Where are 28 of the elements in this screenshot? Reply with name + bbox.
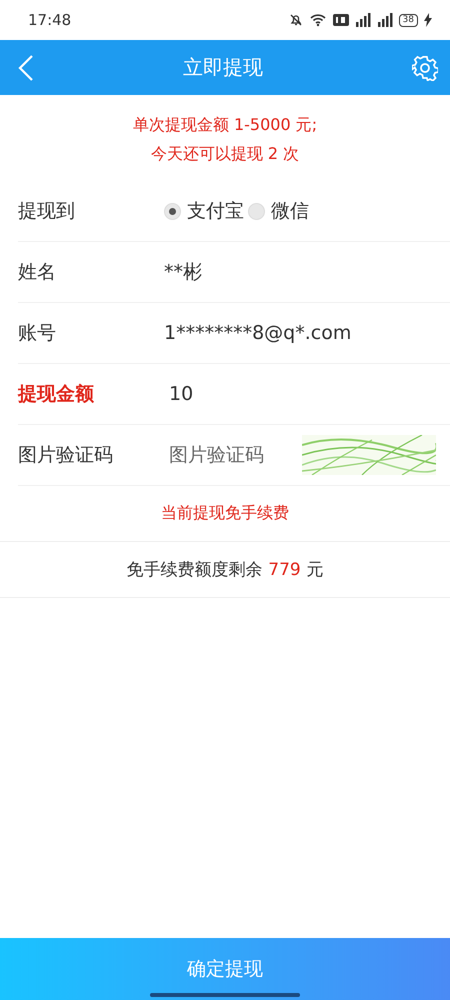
mute-icon [288,13,303,27]
settings-icon[interactable] [412,54,438,80]
field-value: **彬 [164,260,202,285]
field-label: 姓名 [18,260,57,285]
field-label: 图片验证码 [18,443,114,468]
field-label: 提现到 [18,199,76,224]
charging-icon [424,13,432,27]
radio-option[interactable]: 支付宝 [164,198,244,224]
status-time: 17:48 [28,11,72,29]
radio-option[interactable]: 微信 [248,198,309,224]
field-label: 账号 [18,321,57,346]
notice-text: 今天还可以提现 2 次 [150,144,300,165]
battery-level: 38 [398,14,418,26]
signal-icon [354,13,371,27]
amount-field[interactable]: 10 [164,383,284,405]
fee-notice: 当前提现免手续费 [161,503,289,524]
hd-icon [332,14,349,26]
quota-text: 免手续费额度剩余 [126,559,262,581]
signal-icon [376,13,393,27]
quota-unit: 元 [306,559,324,581]
back-icon[interactable] [18,54,34,82]
field-value: 1********8@q*.com [164,322,352,344]
wifi-icon [308,13,327,27]
quota-amount: 779 [268,560,301,580]
field-label: 提现金额 [18,382,95,407]
captcha-field[interactable]: 图片验证码 [164,444,292,466]
page-title: 立即提现 [183,54,263,81]
notice-text: 单次提现金额 1-5000 元; [132,115,318,136]
